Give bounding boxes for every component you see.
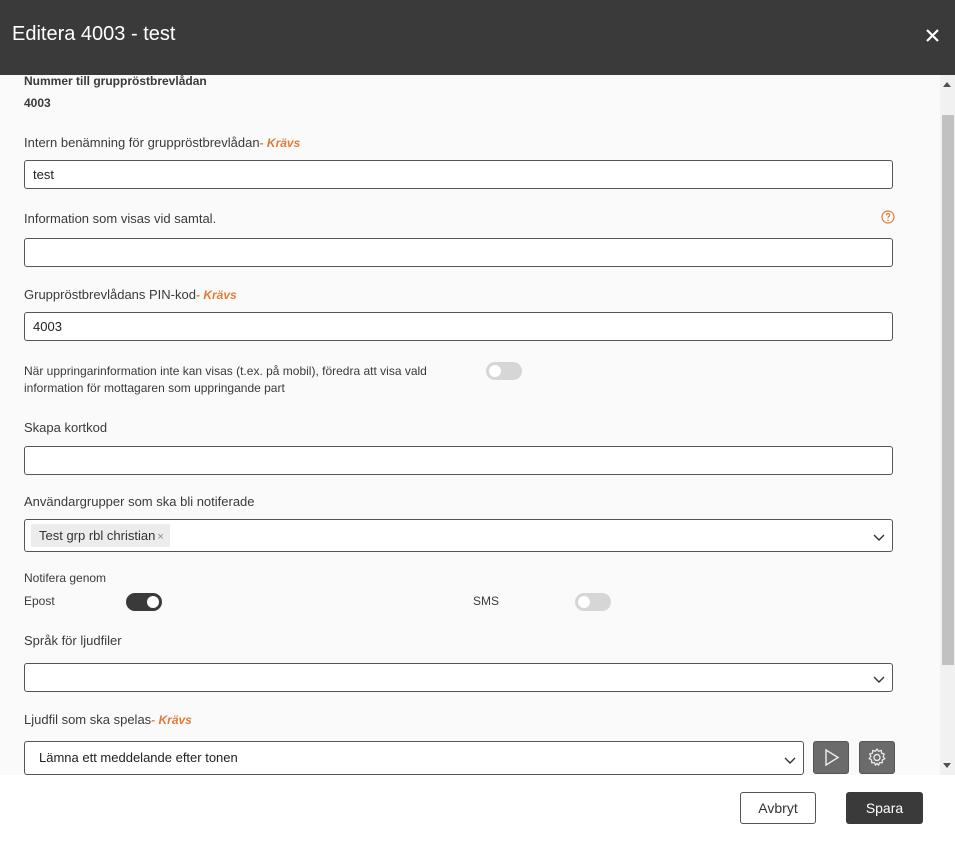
scroll-thumb[interactable] xyxy=(942,115,954,665)
caller-info-label-line1: När uppringarinformation inte kan visas … xyxy=(24,364,427,378)
name-label: Intern benämning för gruppröstbrevlådan-… xyxy=(24,135,300,150)
language-label: Språk för ljudfiler xyxy=(24,633,122,648)
dialog-body: Nummer till gruppröstbrevlådan 4003 Inte… xyxy=(0,75,940,775)
usergroup-chip: Test grp rbl christian × xyxy=(31,524,170,547)
pin-label: Gruppröstbrevlådans PIN-kod- Krävs xyxy=(24,287,237,302)
audio-select[interactable]: Lämna ett meddelande efter tonen xyxy=(24,741,804,775)
usergroup-chip-label: Test grp rbl christian xyxy=(39,528,156,543)
toggle-knob xyxy=(147,596,159,608)
notify-label: Notifera genom xyxy=(24,571,107,585)
dialog-header: Editera 4003 - test xyxy=(0,0,955,75)
close-icon xyxy=(926,29,939,42)
caller-info-label: När uppringarinformation inte kan visas … xyxy=(24,363,427,397)
language-select[interactable] xyxy=(24,663,893,692)
pin-label-text: Gruppröstbrevlådans PIN-kod xyxy=(24,287,196,302)
usergroups-label: Användargrupper som ska bli notiferade xyxy=(24,494,255,509)
audio-label: Ljudfil som ska spelas- Krävs xyxy=(24,712,192,727)
dialog-footer: Avbryt Spara xyxy=(0,775,955,841)
required-marker: - Krävs xyxy=(259,136,301,150)
info-input[interactable] xyxy=(24,238,893,267)
name-label-text: Intern benämning för gruppröstbrevlådan xyxy=(24,135,260,150)
notify-email-label: Epost xyxy=(24,594,55,608)
audio-label-text: Ljudfil som ska spelas xyxy=(24,712,152,727)
notify-sms-label: SMS xyxy=(473,594,500,608)
scroll-down-icon[interactable] xyxy=(943,763,951,768)
help-circle-icon[interactable] xyxy=(881,210,895,224)
scroll-up-icon[interactable] xyxy=(943,82,951,87)
number-value: 4003 xyxy=(24,96,51,110)
required-marker: - Krävs xyxy=(151,713,192,727)
scrollbar[interactable] xyxy=(940,75,955,775)
shortcode-input[interactable] xyxy=(24,446,893,475)
notify-sms-toggle[interactable] xyxy=(575,593,611,611)
caller-info-label-line2: information för mottagaren som uppringan… xyxy=(24,381,285,395)
notify-email-toggle[interactable] xyxy=(126,593,162,611)
pin-input[interactable]: 4003 xyxy=(24,312,893,341)
chip-remove-icon[interactable]: × xyxy=(157,531,163,543)
required-marker: - Krävs xyxy=(195,288,237,302)
close-button[interactable] xyxy=(923,25,943,47)
audio-value: Lämna ett meddelande efter tonen xyxy=(39,750,238,765)
play-icon xyxy=(825,748,840,767)
dialog-title: Editera 4003 - test xyxy=(12,23,176,45)
chevron-down-icon xyxy=(784,757,796,764)
shortcode-label: Skapa kortkod xyxy=(24,420,108,435)
play-button[interactable] xyxy=(813,741,849,774)
settings-button[interactable] xyxy=(859,741,895,774)
gear-icon xyxy=(868,748,886,766)
number-label: Nummer till gruppröstbrevlådan xyxy=(24,75,207,88)
chevron-down-icon xyxy=(873,676,885,683)
toggle-knob xyxy=(578,596,590,608)
name-input[interactable]: test xyxy=(24,160,893,189)
chevron-down-icon xyxy=(873,534,885,541)
toggle-knob xyxy=(489,365,501,377)
caller-info-toggle[interactable] xyxy=(486,362,522,380)
cancel-button[interactable]: Avbryt xyxy=(740,792,816,824)
save-button[interactable]: Spara xyxy=(846,792,923,824)
language-value xyxy=(25,670,33,685)
info-label: Information som visas vid samtal. xyxy=(24,211,217,226)
usergroups-select[interactable]: Test grp rbl christian × xyxy=(24,519,893,552)
